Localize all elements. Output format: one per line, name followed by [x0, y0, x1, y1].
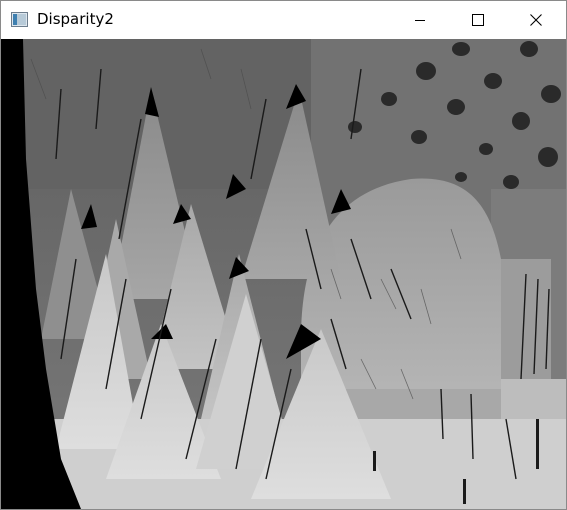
maximize-button[interactable] — [455, 1, 501, 39]
minimize-icon — [415, 20, 425, 21]
window-title: Disparity2 — [37, 10, 114, 28]
disparity-image-canvas — [1, 39, 566, 509]
app-window: Disparity2 — [0, 0, 567, 510]
maximize-icon — [472, 14, 484, 26]
disparity-image — [1, 39, 566, 509]
minimize-button[interactable] — [397, 1, 443, 39]
app-window-icon — [11, 12, 28, 27]
close-button[interactable] — [513, 1, 559, 39]
title-bar[interactable]: Disparity2 — [1, 1, 566, 39]
close-icon — [530, 14, 542, 26]
